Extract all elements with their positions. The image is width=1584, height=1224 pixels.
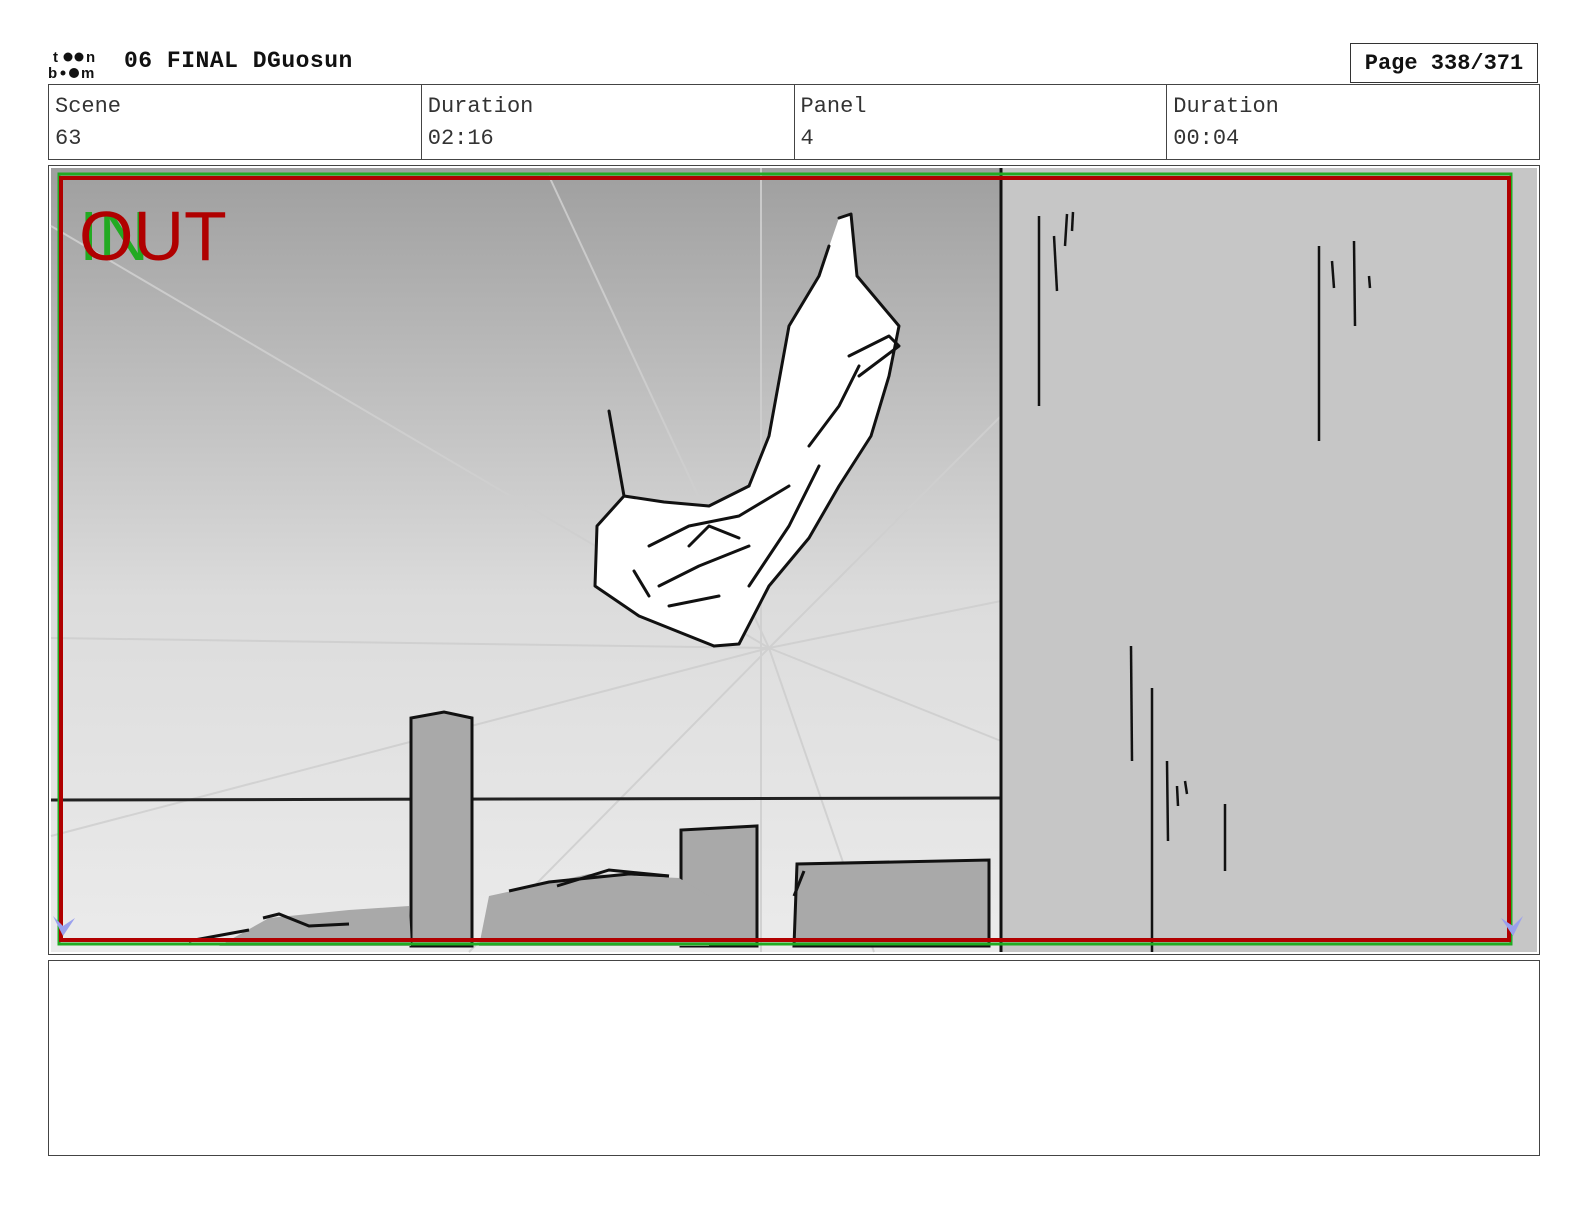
scene-label: Scene xyxy=(55,94,122,119)
document-title: 06 FINAL DGuosun xyxy=(124,48,353,74)
horizon-line xyxy=(50,796,1002,802)
panel-value: 4 xyxy=(800,126,814,151)
wall-background xyxy=(1001,168,1537,952)
svg-text:b: b xyxy=(48,65,57,80)
panel-cell: Panel 4 xyxy=(795,85,1168,159)
scene-value: 63 xyxy=(55,126,82,151)
panel-duration-label: Duration xyxy=(1173,94,1279,119)
scene-cell: Scene 63 xyxy=(49,85,422,159)
svg-text:m: m xyxy=(81,65,94,80)
toon-boom-logo: t n b m xyxy=(48,48,108,82)
scene-duration-value: 02:16 xyxy=(427,126,494,151)
panel-duration-cell: Duration 00:04 xyxy=(1167,85,1539,159)
panel-notes-box xyxy=(48,960,1540,1156)
storyboard-panel: IN OUT xyxy=(48,165,1540,955)
scene-duration-label: Duration xyxy=(427,94,534,119)
panel-label: Panel xyxy=(800,94,867,119)
out-label: OUT xyxy=(79,197,227,275)
scene-duration-cell: Duration 02:16 xyxy=(422,85,795,159)
panel-duration-value: 00:04 xyxy=(1173,126,1240,151)
panel-info-row: Scene 63 Duration 02:16 Panel 4 Duration… xyxy=(48,84,1540,160)
in-out-labels: IN OUT xyxy=(79,200,239,272)
svg-text:n: n xyxy=(86,49,95,66)
panel-drawing xyxy=(50,168,1537,953)
svg-text:t: t xyxy=(53,49,58,66)
page-counter: Page 338/371 xyxy=(1350,43,1538,83)
